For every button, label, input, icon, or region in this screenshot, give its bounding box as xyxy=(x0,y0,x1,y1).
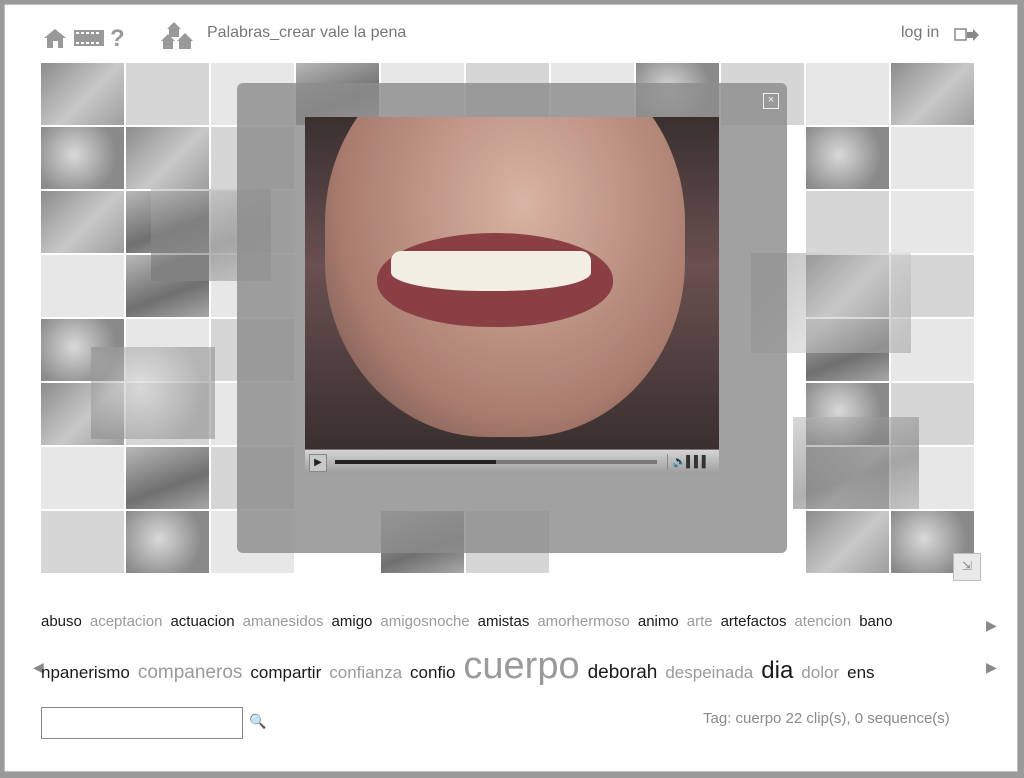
app-frame: ? Palabras_crear vale la pena log in × ▶… xyxy=(4,4,1018,772)
search-icon[interactable]: 🔍 xyxy=(249,713,266,730)
progress-track[interactable] xyxy=(335,460,657,464)
tag-link[interactable]: cuerpo xyxy=(463,645,579,685)
tag-cloud-row-1: abuso aceptacion actuacion amanesidos amigo a… xyxy=(41,613,981,637)
film-strip-icon[interactable] xyxy=(73,28,105,48)
tag-link[interactable]: companeros xyxy=(138,662,243,684)
login-arrow-icon[interactable] xyxy=(953,26,981,44)
tag-link[interactable]: amorhermoso xyxy=(537,613,630,630)
tag-link[interactable]: deborah xyxy=(588,662,658,684)
video-frame[interactable] xyxy=(305,117,719,449)
clip-thumbnail[interactable] xyxy=(891,191,974,253)
community-icon[interactable] xyxy=(159,19,197,51)
floating-clip[interactable] xyxy=(91,347,215,439)
expand-icon[interactable]: ⇲ xyxy=(953,553,981,581)
question-mark-icon[interactable]: ? xyxy=(109,24,127,50)
play-icon[interactable]: ▶ xyxy=(309,454,327,472)
clip-thumbnail[interactable] xyxy=(41,63,124,125)
tag-link[interactable]: artefactos xyxy=(721,613,787,630)
tag-link[interactable]: amanesidos xyxy=(243,613,324,630)
tag-link[interactable]: bano xyxy=(859,613,892,630)
chevron-right-icon[interactable]: ▶ xyxy=(986,617,997,634)
home-icon[interactable] xyxy=(41,27,69,49)
clip-thumbnail[interactable] xyxy=(891,127,974,189)
tag-link[interactable]: abuso xyxy=(41,613,82,630)
chevron-right-icon[interactable]: ▶ xyxy=(986,659,997,676)
tag-link[interactable]: dolor xyxy=(801,663,839,683)
svg-text:?: ? xyxy=(110,25,125,50)
tag-link[interactable]: arte xyxy=(687,613,713,630)
clip-thumbnail[interactable] xyxy=(41,511,124,573)
tag-cloud-row-2: npanerismo companeros compartir confianza co… xyxy=(41,645,981,685)
tag-link[interactable]: amigo xyxy=(332,613,373,630)
tag-link[interactable]: ens xyxy=(847,663,874,683)
tag-link[interactable]: amistas xyxy=(478,613,530,630)
clip-thumbnail[interactable] xyxy=(126,127,209,189)
floating-clip[interactable] xyxy=(793,417,919,509)
tag-link[interactable]: aceptacion xyxy=(90,613,163,630)
progress-fill xyxy=(335,460,496,464)
clip-thumbnail[interactable] xyxy=(806,191,889,253)
tag-link[interactable]: atencion xyxy=(794,613,851,630)
video-player-dialog: × ▶ 🔈▌▌▌ xyxy=(237,83,787,553)
clip-thumbnail[interactable] xyxy=(126,63,209,125)
tag-link[interactable]: confio xyxy=(410,663,455,683)
page-title: Palabras_crear vale la pena xyxy=(207,24,407,41)
tag-link[interactable]: actuacion xyxy=(170,613,234,630)
clip-thumbnail[interactable] xyxy=(41,447,124,509)
tag-link[interactable]: confianza xyxy=(329,663,402,683)
video-controls: ▶ 🔈▌▌▌ xyxy=(305,449,719,474)
clip-thumbnail[interactable] xyxy=(41,255,124,317)
tag-link[interactable]: dia xyxy=(761,657,793,685)
clip-thumbnail[interactable] xyxy=(806,63,889,125)
clip-thumbnail[interactable] xyxy=(891,63,974,125)
tag-link[interactable]: npanerismo xyxy=(41,663,130,683)
clip-thumbnail[interactable] xyxy=(126,447,209,509)
clip-thumbnail[interactable] xyxy=(806,511,889,573)
tag-link[interactable]: compartir xyxy=(250,663,321,683)
clip-thumbnail[interactable] xyxy=(126,511,209,573)
close-icon[interactable]: × xyxy=(763,93,779,109)
clip-thumbnail[interactable] xyxy=(806,127,889,189)
top-bar: ? Palabras_crear vale la pena log in xyxy=(5,5,1017,61)
tag-link[interactable]: despeinada xyxy=(665,663,753,683)
volume-icon[interactable]: 🔈▌▌▌ xyxy=(667,454,714,470)
clip-thumbnail[interactable] xyxy=(41,127,124,189)
clip-thumbnail[interactable] xyxy=(41,191,124,253)
search-input[interactable] xyxy=(41,707,243,739)
video-teeth-image xyxy=(391,251,591,291)
login-link[interactable]: log in xyxy=(901,24,939,42)
tag-link[interactable]: amigosnoche xyxy=(380,613,469,630)
tag-link[interactable]: animo xyxy=(638,613,679,630)
status-text: Tag: cuerpo 22 clip(s), 0 sequence(s) xyxy=(703,710,950,727)
